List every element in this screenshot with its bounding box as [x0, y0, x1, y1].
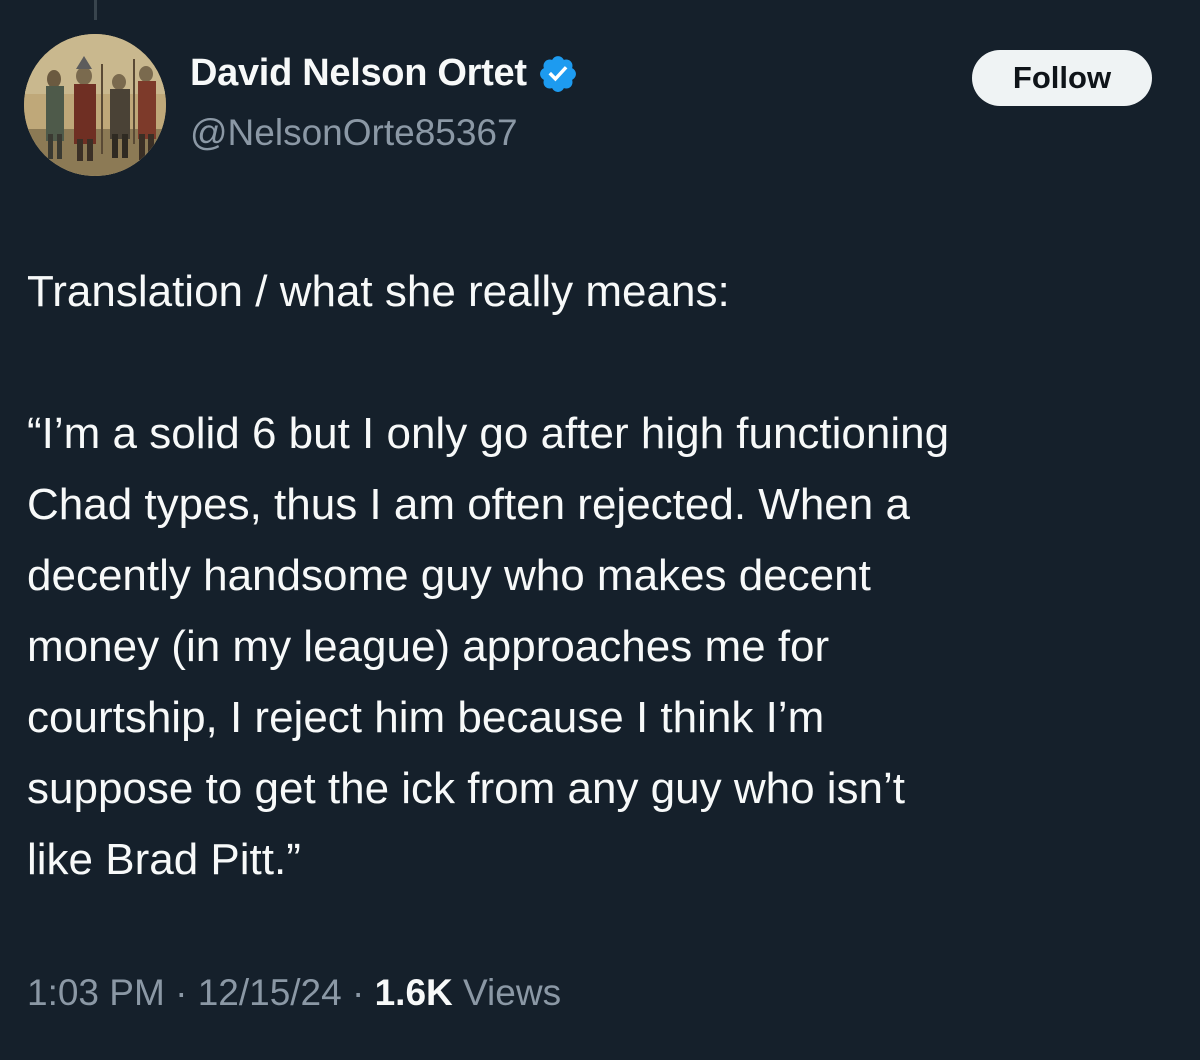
meta-separator: ·: [341, 972, 375, 1013]
tweet-time[interactable]: 1:03 PM: [27, 972, 165, 1013]
tweet-intro-text: Translation / what she really means:: [27, 267, 730, 316]
views-count[interactable]: 1.6K: [375, 972, 453, 1013]
author-handle[interactable]: @NelsonOrte85367: [190, 112, 518, 154]
views-label: Views: [452, 972, 562, 1013]
tweet-date[interactable]: 12/15/24: [198, 972, 342, 1013]
tweet-metadata: 1:03 PM · 12/15/24 · 1.6K Views: [27, 972, 561, 1014]
tweet-text: Translation / what she really means: “I’…: [27, 256, 1177, 895]
follow-button[interactable]: Follow: [972, 50, 1152, 106]
avatar[interactable]: [24, 34, 166, 176]
verified-badge-icon: [537, 53, 579, 95]
thread-connector-line: [94, 0, 97, 20]
meta-separator: ·: [164, 972, 198, 1013]
author-display-name[interactable]: David Nelson Ortet: [190, 52, 527, 95]
tweet-quote-text: “I’m a solid 6 but I only go after high …: [27, 409, 950, 884]
avatar-image: [24, 34, 166, 176]
author-name-row[interactable]: David Nelson Ortet: [190, 52, 579, 95]
